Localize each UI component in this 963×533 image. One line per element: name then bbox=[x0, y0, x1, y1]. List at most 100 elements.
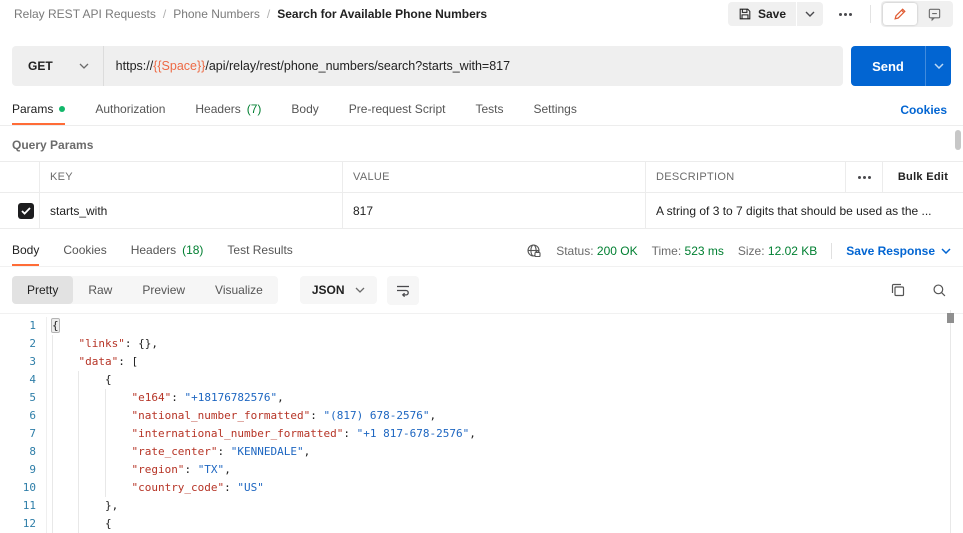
wrap-lines-button[interactable] bbox=[387, 276, 419, 305]
response-tab-headers[interactable]: Headers (18) bbox=[131, 237, 204, 266]
line-number: 9 bbox=[0, 461, 47, 479]
tab-prerequest-script[interactable]: Pre-request Script bbox=[349, 96, 446, 125]
view-preview-button[interactable]: Preview bbox=[127, 276, 200, 304]
url-input[interactable]: https://{{Space}}/api/relay/rest/phone_n… bbox=[104, 59, 522, 73]
param-description-field[interactable]: A string of 3 to 7 digits that should be… bbox=[646, 193, 963, 228]
code-text: "national_number_formatted": "(817) 678-… bbox=[47, 407, 436, 425]
network-globe-icon[interactable] bbox=[526, 243, 542, 259]
code-line: 1{ bbox=[0, 317, 963, 335]
params-scrollbar-thumb[interactable] bbox=[955, 130, 961, 150]
line-number: 11 bbox=[0, 497, 47, 515]
line-number: 6 bbox=[0, 407, 47, 425]
method-label: GET bbox=[28, 59, 53, 73]
param-value-field[interactable]: 817 bbox=[343, 193, 646, 228]
check-icon bbox=[21, 207, 31, 215]
save-button[interactable]: Save bbox=[728, 2, 796, 26]
size-value: 12.02 KB bbox=[768, 244, 817, 258]
save-button-group: Save bbox=[728, 2, 823, 26]
response-view-toolbar: Pretty Raw Preview Visualize JSON bbox=[0, 267, 963, 314]
status-value: 200 OK bbox=[597, 244, 638, 258]
breadcrumb-separator: / bbox=[267, 7, 270, 21]
param-key-field[interactable]: starts_with bbox=[40, 193, 343, 228]
code-line: 4{ bbox=[0, 371, 963, 389]
breadcrumb-collection[interactable]: Relay REST API Requests bbox=[14, 7, 156, 21]
environment-variable: {{Space}} bbox=[153, 59, 205, 73]
tab-tests[interactable]: Tests bbox=[475, 96, 503, 125]
code-text: "international_number_formatted": "+1 81… bbox=[47, 425, 476, 443]
line-number: 4 bbox=[0, 371, 47, 389]
code-text: "rate_center": "KENNEDALE", bbox=[47, 443, 310, 461]
request-tabs: Params Authorization Headers (7) Body Pr… bbox=[12, 96, 577, 125]
tab-settings[interactable]: Settings bbox=[534, 96, 577, 125]
chevron-down-icon bbox=[805, 11, 815, 17]
response-meta: Status: 200 OK Time: 523 ms Size: 12.02 … bbox=[526, 243, 951, 266]
tab-headers[interactable]: Headers (7) bbox=[195, 96, 261, 125]
save-response-button[interactable]: Save Response bbox=[846, 244, 951, 258]
more-options-button[interactable] bbox=[831, 7, 860, 22]
response-size: Size: 12.02 KB bbox=[738, 244, 817, 258]
unsaved-changes-dot bbox=[59, 106, 65, 112]
chevron-down-icon bbox=[79, 63, 89, 69]
wrap-lines-icon bbox=[395, 283, 411, 297]
copy-button[interactable] bbox=[890, 282, 906, 298]
breadcrumb-request-name[interactable]: Search for Available Phone Numbers bbox=[277, 7, 487, 21]
view-mode-segmented-control: Pretty Raw Preview Visualize bbox=[12, 276, 278, 304]
ellipsis-icon bbox=[839, 13, 842, 16]
line-number: 1 bbox=[0, 317, 47, 335]
response-body-actions bbox=[890, 282, 947, 298]
response-tab-body[interactable]: Body bbox=[12, 237, 39, 266]
code-text: "region": "TX", bbox=[47, 461, 231, 479]
view-visualize-button[interactable]: Visualize bbox=[200, 276, 278, 304]
breadcrumb: Relay REST API Requests / Phone Numbers … bbox=[14, 7, 487, 21]
save-options-caret[interactable] bbox=[797, 2, 823, 26]
line-number: 3 bbox=[0, 353, 47, 371]
edit-mode-button[interactable] bbox=[883, 3, 917, 25]
view-raw-button[interactable]: Raw bbox=[73, 276, 127, 304]
code-line: 7"international_number_formatted": "+1 8… bbox=[0, 425, 963, 443]
code-text: { bbox=[47, 515, 112, 533]
cookies-link[interactable]: Cookies bbox=[900, 103, 947, 125]
comment-icon bbox=[927, 7, 942, 22]
response-tab-cookies[interactable]: Cookies bbox=[63, 237, 106, 266]
code-text: "links": {}, bbox=[47, 335, 158, 353]
response-body-editor[interactable]: 1{2"links": {},3"data": [4{5"e164": "+18… bbox=[0, 314, 963, 533]
column-header-description: DESCRIPTION bbox=[646, 162, 846, 192]
ellipsis-icon bbox=[858, 176, 871, 179]
meta-divider bbox=[831, 243, 832, 259]
param-enabled-checkbox[interactable] bbox=[18, 203, 34, 219]
comments-button[interactable] bbox=[917, 3, 951, 25]
format-selector[interactable]: JSON bbox=[300, 276, 377, 304]
code-text: "e164": "+18176782576", bbox=[47, 389, 284, 407]
url-bar: GET https://{{Space}}/api/relay/rest/pho… bbox=[12, 46, 843, 86]
table-more-options-button[interactable] bbox=[846, 162, 883, 192]
send-button-group: Send bbox=[851, 46, 951, 86]
tab-authorization[interactable]: Authorization bbox=[95, 96, 165, 125]
method-selector[interactable]: GET bbox=[12, 46, 104, 86]
breadcrumb-folder[interactable]: Phone Numbers bbox=[173, 7, 260, 21]
copy-icon bbox=[890, 282, 906, 298]
code-line: 5"e164": "+18176782576", bbox=[0, 389, 963, 407]
request-tabs-row: Params Authorization Headers (7) Body Pr… bbox=[0, 96, 963, 126]
tab-params[interactable]: Params bbox=[12, 96, 65, 125]
response-tab-test-results[interactable]: Test Results bbox=[227, 237, 292, 266]
response-code-lines: 1{2"links": {},3"data": [4{5"e164": "+18… bbox=[0, 317, 963, 533]
toolbar-divider bbox=[870, 5, 871, 23]
bulk-edit-button[interactable]: Bulk Edit bbox=[883, 162, 963, 192]
request-url-row: GET https://{{Space}}/api/relay/rest/pho… bbox=[12, 46, 951, 86]
chevron-down-icon bbox=[941, 248, 951, 254]
code-text: { bbox=[47, 317, 59, 335]
code-line: 9"region": "TX", bbox=[0, 461, 963, 479]
send-button[interactable]: Send bbox=[851, 46, 925, 86]
view-pretty-button[interactable]: Pretty bbox=[12, 276, 73, 304]
send-options-caret[interactable] bbox=[925, 46, 951, 86]
line-number: 2 bbox=[0, 335, 47, 353]
search-button[interactable] bbox=[932, 283, 947, 298]
tab-body[interactable]: Body bbox=[291, 96, 318, 125]
code-line: 3"data": [ bbox=[0, 353, 963, 371]
query-params-title: Query Params bbox=[12, 138, 963, 154]
response-status: Status: 200 OK bbox=[556, 244, 637, 258]
response-scrollbar-thumb[interactable] bbox=[947, 313, 954, 323]
response-scrollbar-track bbox=[950, 310, 951, 533]
search-icon bbox=[932, 283, 947, 298]
code-line: 11}, bbox=[0, 497, 963, 515]
